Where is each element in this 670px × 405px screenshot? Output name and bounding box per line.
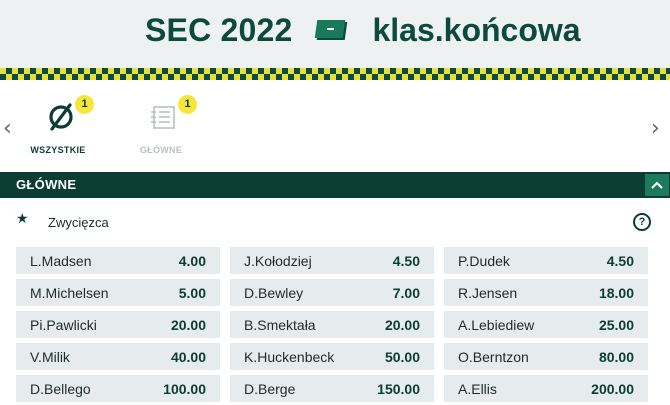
- selection-name: R.Jensen: [458, 285, 518, 301]
- list-icon: [151, 106, 175, 129]
- tab-wszystkie[interactable]: 1 WSZYSTKIE: [18, 94, 98, 164]
- selection-name: J.Kołodziej: [244, 253, 312, 269]
- odds-button[interactable]: D.Berge 150.00: [230, 375, 434, 402]
- selection-name: D.Bewley: [244, 285, 304, 301]
- selection-price: 80.00: [598, 349, 634, 365]
- selection-name: L.Madsen: [30, 253, 92, 269]
- odds-button[interactable]: R.Jensen 18.00: [444, 279, 648, 306]
- checkered-stripe: [0, 68, 670, 80]
- help-icon[interactable]: ?: [633, 213, 651, 231]
- odds-button[interactable]: D.Bewley 7.00: [230, 279, 434, 306]
- selection-name: M.Michelsen: [30, 285, 109, 301]
- collapse-button[interactable]: [645, 174, 669, 196]
- event-title: SEC 2022: [145, 11, 293, 48]
- odds-button[interactable]: A.Ellis 200.00: [444, 375, 648, 402]
- odds-button[interactable]: L.Madsen 4.00: [16, 247, 220, 274]
- selection-price: 200.00: [591, 381, 634, 397]
- no-filter-icon: [49, 103, 73, 131]
- section-header[interactable]: GŁÓWNE: [0, 172, 670, 198]
- odds-button[interactable]: D.Bellego 100.00: [16, 375, 220, 402]
- page-header: SEC 2022 klas.końcowa: [0, 0, 670, 68]
- selection-name: D.Berge: [244, 381, 296, 397]
- selection-price: 4.50: [392, 253, 420, 269]
- star-icon[interactable]: ★: [16, 211, 29, 227]
- market-title: klas.końcowa: [372, 11, 581, 48]
- selection-name: Pi.Pawlicki: [30, 317, 97, 333]
- selection-price: 5.00: [178, 285, 206, 301]
- selection-name: B.Smektała: [244, 317, 316, 333]
- chevron-up-icon: [651, 181, 663, 189]
- odds-button[interactable]: V.Milik 40.00: [16, 343, 220, 370]
- selection-name: V.Milik: [30, 349, 70, 365]
- selection-name: K.Huckenbeck: [244, 349, 335, 365]
- tab-label: GŁÓWNE: [139, 145, 183, 155]
- odds-button[interactable]: O.Berntzon 80.00: [444, 343, 648, 370]
- odds-button[interactable]: B.Smektała 20.00: [230, 311, 434, 338]
- chevron-right-icon[interactable]: ›: [651, 118, 660, 140]
- chevron-left-icon[interactable]: ‹: [3, 118, 12, 140]
- selection-price: 7.00: [392, 285, 420, 301]
- odds-button[interactable]: A.Lebiediew 25.00: [444, 311, 648, 338]
- selection-name: D.Bellego: [30, 381, 91, 397]
- header-title-group: SEC 2022 klas.końcowa: [145, 8, 581, 52]
- market-header: ★ Zwycięzca ?: [0, 208, 670, 236]
- selection-price: 20.00: [170, 317, 206, 333]
- selection-name: O.Berntzon: [458, 349, 529, 365]
- flag-icon: [315, 20, 348, 40]
- tab-count-badge: 1: [178, 95, 197, 114]
- selection-name: A.Lebiediew: [458, 317, 535, 333]
- selection-price: 4.50: [606, 253, 634, 269]
- section-title: GŁÓWNE: [16, 177, 77, 192]
- selection-price: 4.00: [178, 253, 206, 269]
- selection-name: A.Ellis: [458, 381, 497, 397]
- odds-button[interactable]: P.Dudek 4.50: [444, 247, 648, 274]
- market-name: Zwycięzca: [48, 215, 109, 230]
- tab-label: WSZYSTKIE: [30, 145, 86, 155]
- selection-name: P.Dudek: [458, 253, 510, 269]
- selection-price: 150.00: [377, 381, 420, 397]
- odds-button[interactable]: M.Michelsen 5.00: [16, 279, 220, 306]
- selection-price: 25.00: [598, 317, 634, 333]
- tab-glowne[interactable]: 1 GŁÓWNE: [121, 94, 201, 164]
- selection-price: 20.00: [384, 317, 420, 333]
- selection-price: 40.00: [170, 349, 206, 365]
- selection-price: 100.00: [163, 381, 206, 397]
- filter-tabs: ‹ 1 WSZYSTKIE 1 GŁÓWNE ›: [0, 80, 670, 172]
- tab-count-badge: 1: [75, 95, 94, 114]
- selection-price: 50.00: [384, 349, 420, 365]
- odds-button[interactable]: Pi.Pawlicki 20.00: [16, 311, 220, 338]
- selection-price: 18.00: [598, 285, 634, 301]
- odds-button[interactable]: J.Kołodziej 4.50: [230, 247, 434, 274]
- odds-button[interactable]: K.Huckenbeck 50.00: [230, 343, 434, 370]
